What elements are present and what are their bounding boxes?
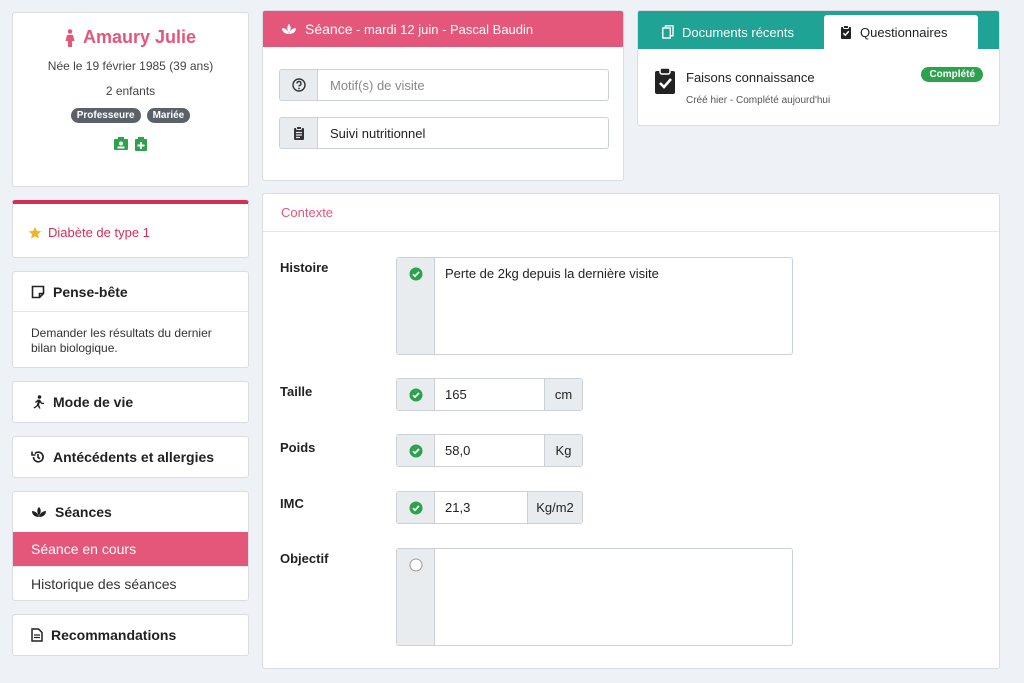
sticky-note-icon (31, 285, 45, 298)
tag-marital-status: Mariée (146, 108, 191, 123)
documents-tabbar: Documents récents Questionnaires (638, 11, 999, 49)
medical-kit-icon[interactable] (134, 137, 148, 151)
objectif-textarea[interactable] (435, 549, 792, 645)
imc-input[interactable]: 21,3 (435, 492, 527, 523)
patient-card: Amaury Julie Née le 19 février 1985 (39 … (12, 12, 249, 187)
poids-label: Poids (280, 440, 316, 455)
antecedents-header[interactable]: Antécédents et allergies (13, 437, 248, 477)
histoire-textarea[interactable]: Perte de 2kg depuis la dernière visite (435, 258, 792, 354)
taille-input[interactable]: 165 (435, 379, 544, 410)
type-seance-value[interactable]: Suivi nutritionnel (318, 118, 608, 148)
historique-seances-item[interactable]: Historique des séances (13, 566, 248, 600)
contexte-card: Contexte Histoire Perte de 2kg depuis la… (262, 193, 1000, 669)
questionnaire-title: Faisons connaissance (686, 70, 815, 85)
patient-birthdate: Née le 19 février 1985 (39 ans) (47, 59, 214, 73)
poids-field-group: 58,0 Kg (396, 434, 583, 467)
condition-label: Diabète de type 1 (48, 225, 150, 240)
histoire-label: Histoire (280, 260, 329, 275)
document-icon (31, 628, 43, 642)
running-person-icon (33, 394, 44, 408)
history-icon (31, 451, 44, 463)
seance-subtitle: - mardi 12 juin - Pascal Baudin (352, 22, 534, 37)
objectif-field-group (396, 548, 793, 646)
contexte-title: Contexte (263, 194, 999, 232)
mode-de-vie-title: Mode de vie (53, 394, 134, 410)
pense-bete-note: Demander les résultats du dernier bilan … (31, 326, 212, 355)
pense-bete-card: Pense-bête Demander les résultats du der… (12, 271, 249, 368)
poids-unit: Kg (544, 435, 582, 466)
seance-card: Séance - mardi 12 juin - Pascal Baudin M… (262, 10, 624, 181)
tab-questionnaires[interactable]: Questionnaires (824, 15, 978, 49)
copy-documents-icon (662, 25, 674, 39)
patient-name: Amaury Julie (82, 27, 197, 47)
pense-bete-title: Pense-bête (53, 283, 128, 300)
check-circle-icon[interactable] (409, 444, 423, 458)
pense-bete-header[interactable]: Pense-bête (13, 272, 248, 312)
condition-row[interactable]: Diabète de type 1 (13, 204, 248, 240)
tag-profession: Professeure (70, 108, 141, 123)
motif-input[interactable]: Motif(s) de visite (318, 70, 608, 100)
objectif-label: Objectif (280, 551, 329, 566)
recommandations-title: Recommandations (51, 627, 177, 643)
recommandations-card[interactable]: Recommandations (12, 614, 249, 656)
clipboard-check-icon (841, 25, 851, 39)
taille-unit: cm (544, 379, 582, 410)
clipboard-check-icon (655, 67, 675, 94)
tab-documents-recents[interactable]: Documents récents (646, 15, 810, 49)
seances-header[interactable]: Séances (13, 492, 248, 532)
empty-circle-icon[interactable] (409, 558, 423, 572)
seance-title: Séance (305, 21, 353, 37)
imc-field-group: 21,3 Kg/m2 (396, 491, 583, 524)
type-seance-group[interactable]: Suivi nutritionnel (279, 117, 609, 149)
seance-header: Séance - mardi 12 juin - Pascal Baudin (263, 11, 623, 47)
taille-label: Taille (280, 384, 313, 399)
question-circle-icon (291, 78, 306, 92)
patient-tags: Professeure Mariée (13, 108, 248, 123)
star-icon (28, 226, 42, 239)
patient-name-row: Amaury Julie (13, 27, 248, 48)
check-circle-icon[interactable] (409, 267, 423, 281)
imc-unit: Kg/m2 (527, 492, 582, 523)
id-card-icon[interactable] (113, 137, 128, 151)
seance-en-cours-item[interactable]: Séance en cours (13, 532, 248, 566)
check-circle-icon[interactable] (409, 388, 423, 402)
antecedents-card[interactable]: Antécédents et allergies (12, 436, 249, 478)
female-person-icon (65, 28, 75, 47)
documents-card: Documents récents Questionnaires Faisons… (637, 10, 1000, 126)
poids-input[interactable]: 58,0 (435, 435, 544, 466)
questionnaire-item[interactable]: Faisons connaissance Créé hier - Complét… (638, 49, 999, 106)
patient-actions (13, 137, 248, 151)
condition-alert-card: Diabète de type 1 (12, 200, 249, 258)
patient-children: 2 enfants (105, 84, 156, 98)
antecedents-title: Antécédents et allergies (53, 449, 215, 465)
mode-de-vie-header[interactable]: Mode de vie (13, 382, 248, 422)
motif-input-group[interactable]: Motif(s) de visite (279, 69, 609, 101)
status-badge: Complété (921, 67, 983, 82)
taille-field-group: 165 cm (396, 378, 583, 411)
lotus-icon (32, 506, 46, 517)
check-circle-icon[interactable] (409, 501, 423, 515)
imc-label: IMC (280, 496, 304, 511)
lotus-icon (282, 23, 296, 34)
seances-card: Séances Séance en cours Historique des s… (12, 491, 249, 601)
recommandations-header[interactable]: Recommandations (13, 615, 248, 655)
histoire-field-group: Perte de 2kg depuis la dernière visite (396, 257, 793, 355)
seances-title: Séances (55, 504, 112, 520)
mode-de-vie-card[interactable]: Mode de vie (12, 381, 249, 423)
questionnaire-meta: Créé hier - Complété aujourd'hui (686, 95, 831, 106)
clipboard-icon (293, 126, 304, 140)
